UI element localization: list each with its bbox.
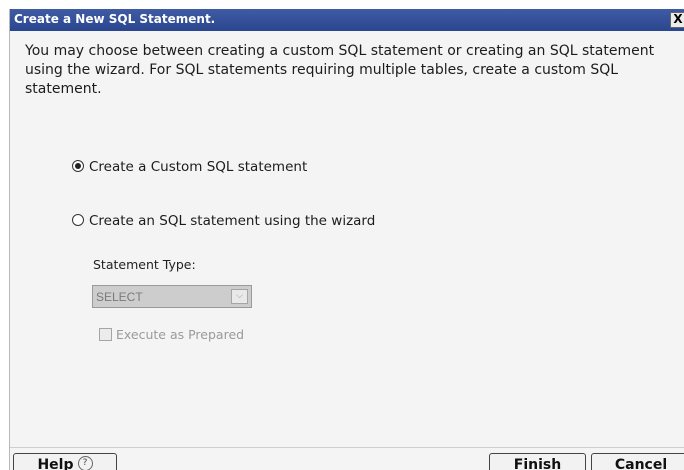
radio-custom-sql-label[interactable]: Create a Custom SQL statement <box>89 159 307 175</box>
help-button-label: Help <box>37 457 74 470</box>
execute-as-prepared-checkbox[interactable]: Execute as Prepared <box>99 327 244 342</box>
radio-button-unchecked-icon[interactable] <box>72 214 84 226</box>
checkbox-unchecked-icon[interactable] <box>99 328 112 341</box>
radio-wizard-sql-label[interactable]: Create an SQL statement using the wizard <box>89 213 375 229</box>
help-button[interactable]: Help? <box>13 453 117 470</box>
statement-type-value: SELECT <box>96 290 143 304</box>
radio-wizard-sql[interactable]: Create an SQL statement using the wizard <box>72 213 375 229</box>
close-icon[interactable]: X <box>670 12 684 28</box>
help-circle-icon: ? <box>77 455 93 470</box>
statement-type-select[interactable]: SELECT ⌵ <box>92 285 252 308</box>
statement-type-label: Statement Type: <box>93 257 196 272</box>
execute-as-prepared-label[interactable]: Execute as Prepared <box>116 327 244 342</box>
chevron-down-icon[interactable]: ⌵ <box>231 289 248 304</box>
cancel-button[interactable]: Cancel <box>591 453 684 470</box>
create-sql-statement-dialog: Create a New SQL Statement. X You may ch… <box>9 9 684 470</box>
dialog-titlebar[interactable]: Create a New SQL Statement. X <box>10 9 684 31</box>
dialog-title: Create a New SQL Statement. <box>14 12 216 26</box>
radio-custom-sql[interactable]: Create a Custom SQL statement <box>72 159 307 175</box>
dialog-description: You may choose between creating a custom… <box>25 43 655 97</box>
footer-divider <box>10 447 684 448</box>
radio-button-checked-icon[interactable] <box>72 160 84 172</box>
finish-button[interactable]: Finish <box>489 453 586 470</box>
